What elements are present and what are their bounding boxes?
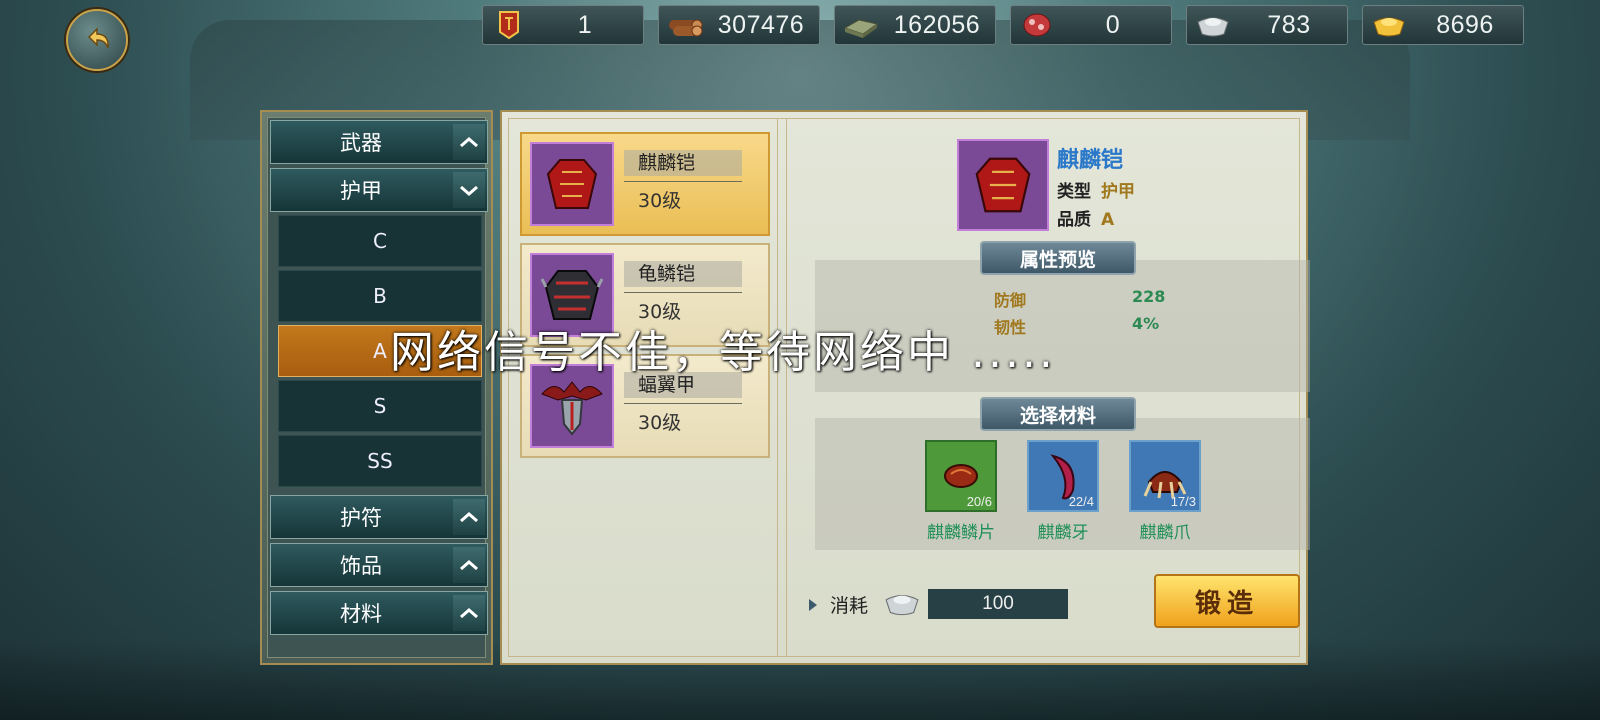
chevron-down-icon[interactable] [453,172,485,208]
item-divider [624,403,742,404]
material-slot-claw[interactable]: 17/3 [1129,440,1201,512]
cost-label: 消耗 [830,595,869,617]
resource-value: 0 [1105,10,1121,39]
category-label: 护符 [340,506,382,530]
item-type-label: 类型 [1057,182,1091,202]
category-amulet[interactable]: 护符 [270,495,488,539]
item-quality-row: 品质 A [1057,205,1114,230]
resource-value: 162056 [893,10,981,39]
resource-meat: 0 [1010,5,1172,45]
order-token-icon [491,10,527,40]
item-name: 龟鳞铠 [624,261,742,287]
item-quality-label: 品质 [1057,210,1091,230]
chevron-up-icon[interactable] [453,499,485,535]
material-count: 22/4 [1068,494,1094,509]
item-divider [624,181,742,182]
resource-stone: 162056 [834,5,996,45]
resource-wood: 307476 [658,5,820,45]
silver-ingot-icon [1195,10,1231,40]
category-weapon[interactable]: 武器 [270,120,488,164]
category-accessory[interactable]: 饰品 [270,543,488,587]
material-count: 17/3 [1170,494,1196,509]
resource-value: 1 [577,10,593,39]
chevron-up-icon[interactable] [453,595,485,631]
wood-icon [667,10,703,40]
item-type-row: 类型 护甲 [1057,177,1135,202]
category-label: 材料 [340,602,382,626]
category-material[interactable]: 材料 [270,591,488,635]
material-count: 20/6 [966,494,992,509]
network-status-toast: 网络信号不佳，等待网络中 ..... [390,327,1056,378]
resource-silver: 783 [1186,5,1348,45]
category-sidebar: 武器 护甲 C B A S SS 护符 饰品 材料 [260,110,493,665]
material-name: 麒麟牙 [1037,523,1089,543]
item-name: 麒麟铠 [624,150,742,176]
cost-value: 100 [928,589,1068,619]
category-armor[interactable]: 护甲 [270,168,488,212]
meat-icon [1019,10,1055,40]
subcategory-b[interactable]: B [278,270,482,322]
item-level: 30级 [638,412,682,434]
subcategory-ss[interactable]: SS [278,435,482,487]
back-arrow-icon [87,27,109,49]
subcategory-c[interactable]: C [278,215,482,267]
column-divider [777,118,787,657]
item-type-value: 护甲 [1101,182,1135,202]
material-name: 麒麟爪 [1139,523,1191,543]
resource-gold: 8696 [1362,5,1524,45]
category-label: 护甲 [340,179,382,203]
attribute-value: 4% [1132,314,1160,333]
category-label: 饰品 [340,554,382,578]
chevron-up-icon[interactable] [453,124,485,160]
resource-value: 783 [1267,10,1311,39]
chevron-up-icon[interactable] [453,547,485,583]
item-card-qilin-armor[interactable]: 麒麟铠 30级 [520,132,770,236]
gold-ingot-icon [1371,10,1407,40]
category-label: 武器 [340,131,382,155]
item-level: 30级 [638,190,682,212]
material-slot-scale[interactable]: 20/6 [925,440,997,512]
material-name: 麒麟鳞片 [927,523,995,543]
forge-button[interactable]: 锻造 [1154,574,1300,628]
selected-item-icon [957,139,1049,231]
resource-order-token: 1 [482,5,644,45]
attribute-preview-title: 属性预览 [980,241,1136,275]
resource-value: 307476 [717,10,805,39]
armor-item-icon [530,142,614,226]
resource-value: 8696 [1436,10,1494,39]
item-quality-value: A [1101,210,1115,230]
stone-icon [843,10,879,40]
item-divider [624,292,742,293]
cost-arrow-icon [809,599,817,611]
selected-item-name: 麒麟铠 [1057,148,1124,173]
attribute-key: 防御 [994,291,1027,310]
attribute-value: 228 [1132,287,1166,306]
silver-ingot-icon [884,588,920,618]
back-button[interactable] [66,9,128,71]
material-select-title: 选择材料 [980,397,1136,431]
material-slot-tooth[interactable]: 22/4 [1027,440,1099,512]
subcategory-s[interactable]: S [278,380,482,432]
